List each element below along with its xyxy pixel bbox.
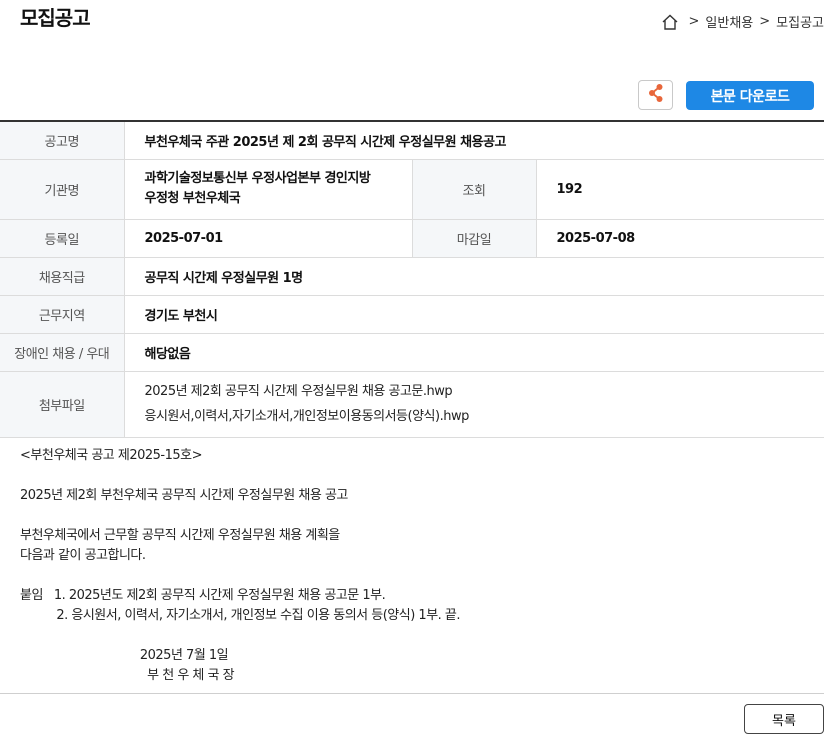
position-value: 공무직 시간제 우정실무원 1명 (124, 257, 824, 296)
region-value: 경기도 부천시 (124, 295, 824, 334)
org-label: 기관명 (0, 159, 125, 220)
breadcrumb-separator: > (688, 14, 700, 29)
reg-date-value: 2025-07-01 (124, 219, 412, 258)
title-label: 공고명 (0, 121, 125, 160)
notice-body: <부천우체국 공고 제2025-15호> 2025년 제2회 부천우체국 공무직… (20, 448, 461, 683)
reg-date-label: 등록일 (0, 219, 125, 258)
share-icon (647, 83, 665, 107)
deadline-label: 마감일 (411, 219, 537, 258)
deadline-value: 2025-07-08 (536, 219, 824, 258)
position-label: 채용직급 (0, 257, 125, 296)
download-body-button[interactable]: 본문 다운로드 (686, 81, 814, 110)
notice-info-table: 공고명 부천우체국 주관 2025년 제 2회 공무직 시간제 우정실무원 채용… (0, 120, 824, 438)
disability-value: 해당없음 (124, 333, 824, 372)
breadcrumb: > 일반채용 > 모집공고 (661, 12, 824, 31)
disability-label: 장애인 채용 / 우대 (0, 333, 125, 372)
list-button[interactable]: 목록 (744, 704, 824, 734)
files-list: 2025년 제2회 공무직 시간제 우정실무원 채용 공고문.hwp 응시원서,… (124, 371, 824, 438)
home-icon[interactable] (661, 13, 679, 31)
attachment-link[interactable]: 2025년 제2회 공무직 시간제 우정실무원 채용 공고문.hwp (145, 379, 824, 404)
breadcrumb-item-general-hiring[interactable]: 일반채용 (705, 12, 753, 31)
page-title: 모집공고 (20, 6, 91, 30)
breadcrumb-separator: > (759, 14, 771, 29)
share-button[interactable] (638, 80, 673, 110)
title-value: 부천우체국 주관 2025년 제 2회 공무직 시간제 우정실무원 채용공고 (124, 121, 824, 160)
attachment-link[interactable]: 응시원서,이력서,자기소개서,개인정보이용동의서등(양식).hwp (145, 404, 824, 429)
views-label: 조회 (411, 159, 537, 220)
files-label: 첨부파일 (0, 371, 125, 438)
breadcrumb-item-recruitment[interactable]: 모집공고 (776, 12, 824, 31)
divider (0, 693, 824, 694)
org-value: 과학기술정보통신부 우정사업본부 경인지방 우정청 부천우체국 (124, 159, 412, 220)
views-value: 192 (536, 159, 824, 220)
org-value-line1: 과학기술정보통신부 우정사업본부 경인지방 (144, 171, 371, 186)
org-value-line2: 우정청 부천우체국 (144, 191, 241, 206)
region-label: 근무지역 (0, 295, 125, 334)
